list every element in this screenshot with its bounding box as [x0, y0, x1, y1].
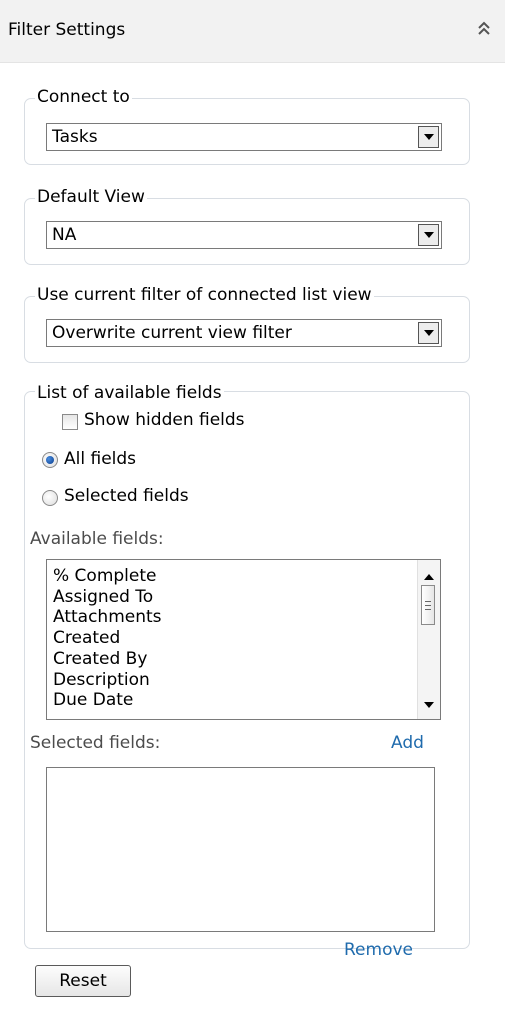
list-item[interactable]: Assigned To: [53, 587, 162, 608]
dropdown-arrow-icon[interactable]: [418, 224, 439, 246]
selected-fields-radio[interactable]: [42, 490, 58, 506]
list-item[interactable]: Attachments: [53, 607, 162, 628]
current-filter-select[interactable]: Overwrite current view filter: [46, 319, 442, 347]
available-fields-label: Available fields:: [30, 529, 164, 549]
list-item[interactable]: Created By: [53, 649, 162, 670]
list-item[interactable]: Created: [53, 628, 162, 649]
connect-to-value: Tasks: [52, 127, 98, 147]
available-fields-items: % Complete Assigned To Attachments Creat…: [53, 566, 162, 711]
remove-link[interactable]: Remove: [344, 940, 413, 960]
scroll-down-icon[interactable]: [424, 694, 434, 713]
listbox-scrollbar[interactable]: [417, 560, 440, 719]
list-item[interactable]: Description: [53, 670, 162, 691]
dropdown-arrow-icon[interactable]: [418, 126, 439, 148]
double-chevron-up-icon[interactable]: [474, 17, 494, 41]
filter-settings-header: Filter Settings: [0, 0, 505, 63]
current-filter-legend: Use current filter of connected list vie…: [35, 285, 374, 305]
add-link[interactable]: Add: [391, 733, 424, 753]
show-hidden-checkbox[interactable]: [62, 414, 78, 430]
all-fields-radio[interactable]: [42, 452, 58, 468]
thumb-grip: [425, 601, 431, 602]
thumb-grip: [425, 605, 431, 606]
selected-fields-label: Selected fields:: [30, 733, 161, 753]
show-hidden-label: Show hidden fields: [84, 410, 245, 430]
default-view-select[interactable]: NA: [46, 221, 442, 249]
header-title: Filter Settings: [8, 20, 126, 40]
reset-button[interactable]: Reset: [35, 965, 131, 997]
available-fields-legend: List of available fields: [35, 383, 224, 403]
selected-fields-radio-label: Selected fields: [64, 486, 189, 506]
current-filter-value: Overwrite current view filter: [52, 323, 292, 343]
default-view-value: NA: [52, 225, 77, 245]
default-view-legend: Default View: [35, 187, 147, 207]
available-fields-listbox[interactable]: % Complete Assigned To Attachments Creat…: [46, 559, 441, 720]
selected-fields-listbox[interactable]: [46, 767, 435, 932]
scrollbar-thumb[interactable]: [421, 585, 435, 625]
dropdown-arrow-icon[interactable]: [418, 322, 439, 344]
thumb-grip: [425, 609, 431, 610]
connect-to-legend: Connect to: [35, 87, 132, 107]
list-item[interactable]: Due Date: [53, 690, 162, 711]
radio-selected-dot: [46, 456, 54, 464]
connect-to-select[interactable]: Tasks: [46, 123, 442, 151]
all-fields-label: All fields: [64, 449, 137, 469]
scroll-up-icon[interactable]: [424, 566, 434, 585]
list-item[interactable]: % Complete: [53, 566, 162, 587]
